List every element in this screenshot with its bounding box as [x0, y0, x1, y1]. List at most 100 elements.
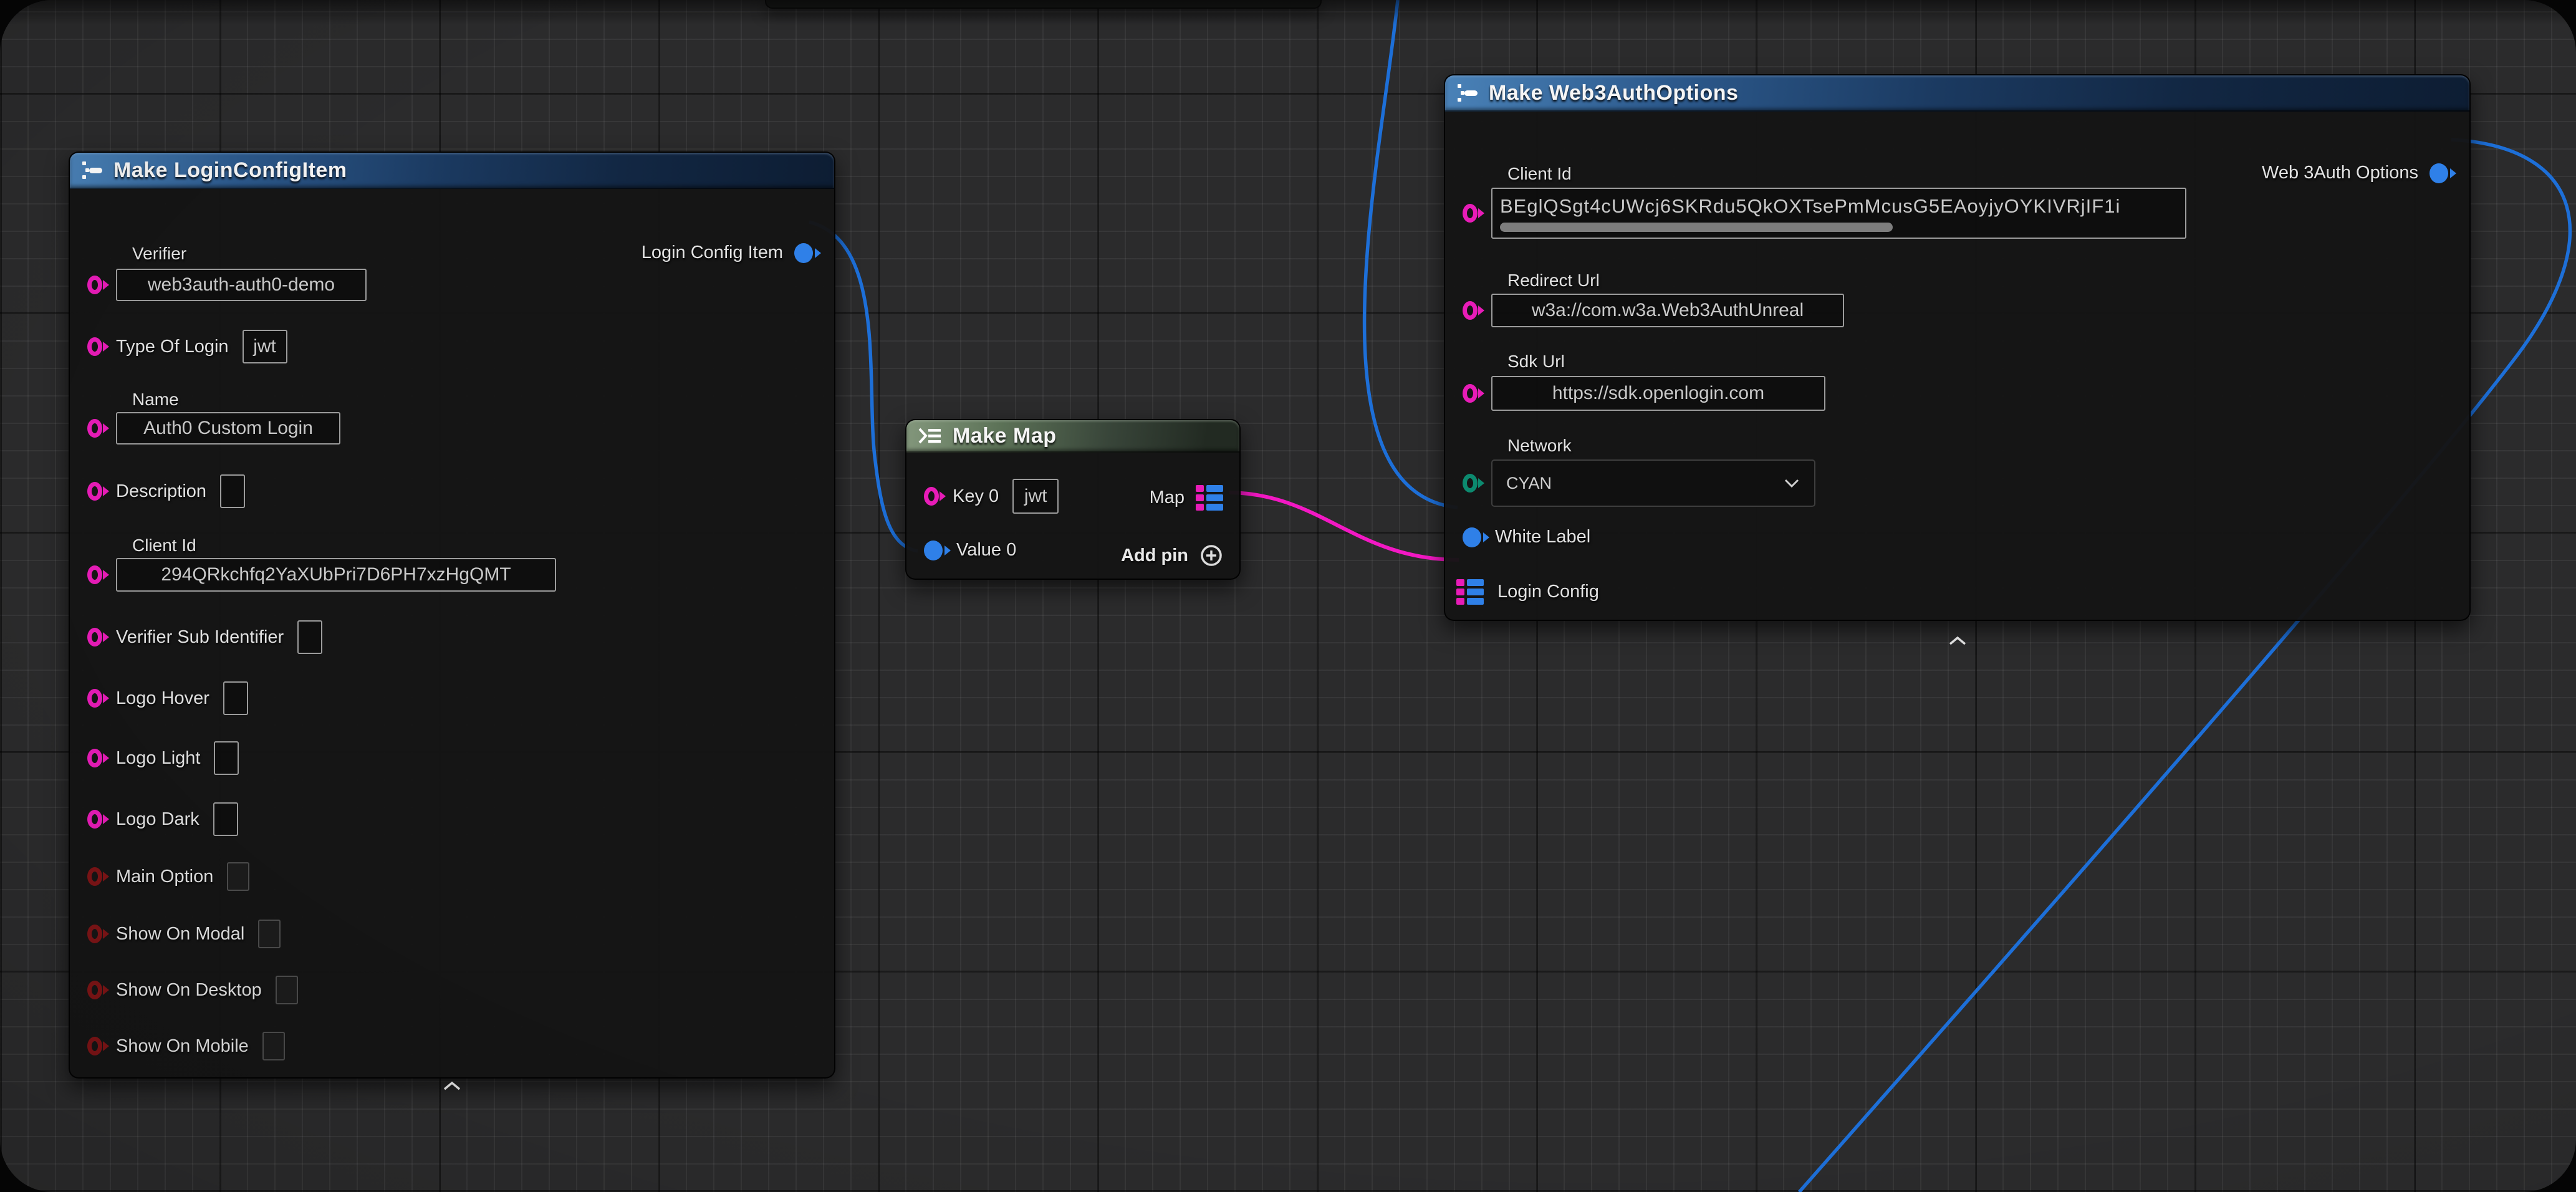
node-make-map[interactable]: Make Map Key 0 jwt Map Value 0 Add pin	[905, 419, 1241, 580]
verifier-sub-identifier-input[interactable]	[297, 620, 322, 654]
login-config-row: Login Config	[1456, 579, 1599, 605]
add-pin-row[interactable]: Add pin	[1121, 544, 1223, 567]
node-make-login-config-item[interactable]: Make LoginConfigItem Login Config Item V…	[69, 151, 835, 1079]
logo-light-input[interactable]	[214, 741, 239, 775]
description-label: Description	[116, 481, 206, 502]
verifier-sub-identifier-row: Verifier Sub Identifier	[87, 620, 322, 654]
verifier-input[interactable]: web3auth-auth0-demo	[116, 269, 367, 301]
offscreen-node-edge	[765, 0, 1322, 9]
web3auth-options-output-pin[interactable]	[2429, 163, 2448, 183]
chevron-up-icon	[1948, 636, 1967, 646]
collapse-node-button[interactable]	[1945, 633, 1970, 649]
description-input[interactable]	[220, 474, 245, 508]
blueprint-canvas[interactable]: Make LoginConfigItem Login Config Item V…	[0, 0, 2576, 1192]
network-label: Network	[1507, 436, 1572, 456]
login-config-label: Login Config	[1497, 582, 1599, 602]
logo-hover-label: Logo Hover	[116, 688, 209, 709]
show-on-desktop-pin[interactable]	[87, 981, 102, 999]
output-pin-label: Login Config Item	[642, 243, 783, 263]
logo-hover-pin[interactable]	[87, 689, 102, 708]
key0-label: Key 0	[953, 486, 999, 507]
show-on-modal-checkbox[interactable]	[258, 920, 281, 948]
client-id-scrollbar[interactable]	[1500, 223, 1893, 232]
value0-pin[interactable]	[924, 541, 943, 560]
type-of-login-pin[interactable]	[87, 337, 102, 356]
value0-label: Value 0	[956, 540, 1016, 560]
make-struct-icon	[1456, 82, 1479, 103]
node-make-web3auth-options[interactable]: Make Web3AuthOptions Web 3Auth Options C…	[1444, 74, 2471, 621]
logo-light-row: Logo Light	[87, 741, 239, 775]
node-header[interactable]: Make Map	[906, 420, 1239, 453]
redirect-url-label: Redirect Url	[1507, 271, 1600, 291]
show-on-mobile-label: Show On Mobile	[116, 1036, 249, 1057]
show-on-desktop-checkbox[interactable]	[276, 976, 298, 1004]
logo-light-label: Logo Light	[116, 748, 200, 769]
node-title: Make Map	[953, 424, 1057, 448]
main-option-pin[interactable]	[87, 867, 102, 886]
node-header[interactable]: Make LoginConfigItem	[70, 153, 834, 189]
map-output-pin[interactable]	[1196, 485, 1223, 511]
network-dropdown[interactable]: CYAN	[1491, 459, 1815, 507]
node-header[interactable]: Make Web3AuthOptions	[1445, 75, 2469, 112]
wire-map-to-login-config[interactable]	[1229, 493, 1459, 560]
node-title: Make LoginConfigItem	[113, 158, 347, 183]
description-row: Description	[87, 474, 245, 508]
type-of-login-label: Type Of Login	[116, 337, 229, 357]
sdk-url-pin[interactable]	[1463, 384, 1478, 403]
add-pin-plus-icon[interactable]	[1199, 544, 1223, 567]
white-label-label: White Label	[1495, 527, 1590, 547]
logo-dark-label: Logo Dark	[116, 809, 199, 830]
client-id-pin[interactable]	[1463, 204, 1478, 223]
output-pin-label: Web 3Auth Options	[2262, 163, 2418, 183]
redirect-url-pin[interactable]	[1463, 301, 1478, 320]
key0-input[interactable]: jwt	[1012, 479, 1059, 514]
verifier-sub-identifier-pin[interactable]	[87, 628, 102, 646]
chevron-down-icon	[1783, 478, 1800, 489]
logo-dark-pin[interactable]	[87, 810, 102, 829]
show-on-mobile-pin[interactable]	[87, 1037, 102, 1055]
show-on-modal-row: Show On Modal	[87, 920, 281, 948]
client-id-row: BEglQSgt4cUWcj6SKRdu5QkOXTsePmMcusG5EAoy…	[1463, 188, 2186, 239]
show-on-desktop-row: Show On Desktop	[87, 976, 298, 1004]
main-option-checkbox[interactable]	[227, 862, 249, 891]
verifier-row: web3auth-auth0-demo	[87, 269, 367, 301]
description-pin[interactable]	[87, 482, 102, 501]
key0-pin[interactable]	[924, 487, 939, 506]
login-config-pin[interactable]	[1456, 579, 1484, 605]
sdk-url-input[interactable]: https://sdk.openlogin.com	[1491, 376, 1825, 411]
name-input[interactable]: Auth0 Custom Login	[116, 412, 340, 445]
map-output-row: Map	[1150, 485, 1223, 511]
client-id-text: BEglQSgt4cUWcj6SKRdu5QkOXTsePmMcusG5EAoy…	[1500, 195, 2120, 218]
client-id-input[interactable]: 294QRkchfq2YaXUbPri7D6PH7xzHgQMT	[116, 558, 556, 592]
client-id-pin[interactable]	[87, 565, 102, 584]
verifier-pin[interactable]	[87, 276, 102, 294]
white-label-pin[interactable]	[1463, 527, 1481, 547]
redirect-url-input[interactable]: w3a://com.w3a.Web3AuthUnreal	[1491, 294, 1844, 327]
collapse-node-button[interactable]	[440, 1078, 464, 1094]
client-id-input[interactable]: BEglQSgt4cUWcj6SKRdu5QkOXTsePmMcusG5EAoy…	[1491, 188, 2186, 239]
name-pin[interactable]	[87, 419, 102, 438]
show-on-modal-pin[interactable]	[87, 925, 102, 943]
show-on-mobile-checkbox[interactable]	[262, 1032, 285, 1060]
logo-hover-row: Logo Hover	[87, 681, 248, 715]
logo-light-pin[interactable]	[87, 749, 102, 767]
main-option-row: Main Option	[87, 862, 249, 891]
type-of-login-input[interactable]: jwt	[243, 330, 287, 363]
network-pin[interactable]	[1463, 474, 1478, 493]
node-body: Web 3Auth Options Client Id BEglQSgt4cUW…	[1445, 112, 2469, 620]
node-title: Make Web3AuthOptions	[1489, 81, 1738, 105]
logo-hover-input[interactable]	[223, 681, 248, 715]
output-pin-row: Web 3Auth Options	[2262, 163, 2448, 183]
verifier-label: Verifier	[132, 244, 186, 264]
output-pin-row: Login Config Item	[642, 243, 813, 263]
logo-dark-row: Logo Dark	[87, 802, 238, 836]
add-pin-label: Add pin	[1121, 546, 1188, 566]
node-body: Key 0 jwt Map Value 0 Add pin	[906, 453, 1239, 579]
name-row: Auth0 Custom Login	[87, 412, 340, 445]
show-on-desktop-label: Show On Desktop	[116, 980, 262, 1001]
logo-dark-input[interactable]	[213, 802, 238, 836]
redirect-url-row: w3a://com.w3a.Web3AuthUnreal	[1463, 294, 1844, 327]
verifier-sub-identifier-label: Verifier Sub Identifier	[116, 627, 284, 648]
login-config-item-output-pin[interactable]	[794, 243, 813, 263]
white-label-row: White Label	[1463, 527, 1590, 547]
